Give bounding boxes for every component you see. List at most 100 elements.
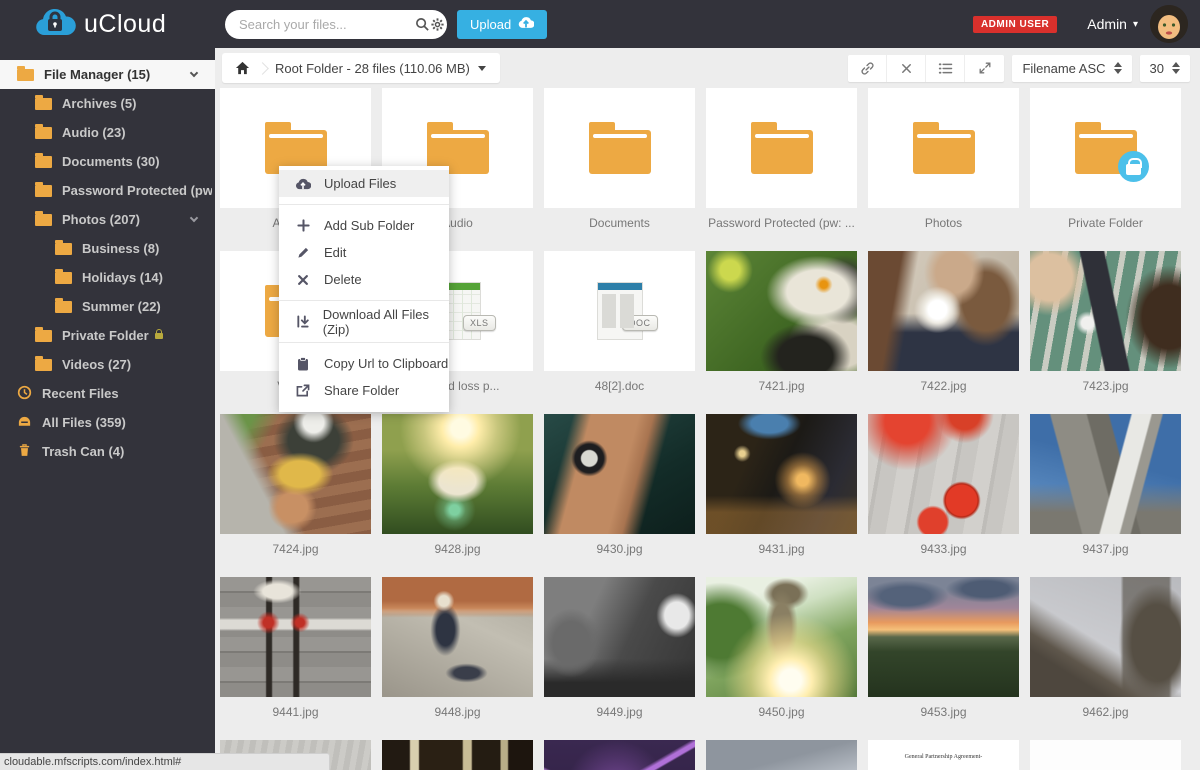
search-settings-gear-icon[interactable]	[430, 12, 445, 36]
caret-down-icon: ▾	[1133, 19, 1138, 30]
photo-card[interactable]: 7424.jpg	[220, 414, 371, 557]
view-toolbar: Filename ASC 30	[848, 55, 1190, 82]
photo-card[interactable]: 9441.jpg	[220, 577, 371, 720]
photo-card[interactable]: 9433.jpg	[868, 414, 1019, 557]
menu-item-label: Add Sub Folder	[324, 218, 414, 233]
menu-item-share-folder[interactable]: Share Folder	[279, 377, 449, 404]
app-logo[interactable]: uCloud	[0, 0, 215, 48]
fullscreen-button[interactable]	[965, 55, 1004, 82]
sidebar-item-videos[interactable]: Videos (27)	[0, 350, 215, 379]
menu-item-edit[interactable]: Edit	[279, 239, 449, 266]
upload-button-label: Upload	[470, 17, 511, 32]
menu-item-add-sub-folder[interactable]: Add Sub Folder	[279, 212, 449, 239]
grid-row: 9441.jpg 9448.jpg 9449.jpg 9450.jpg 9453…	[220, 577, 1200, 720]
file-card-label: 9448.jpg	[382, 705, 533, 720]
folder-icon	[913, 130, 975, 174]
photo-thumbnail	[706, 577, 857, 697]
file-card-label: 9428.jpg	[382, 542, 533, 557]
file-card-label: Password Protected (pw: ...	[706, 216, 857, 231]
photo-card[interactable]: 9449.jpg	[544, 577, 695, 720]
upload-button[interactable]: Upload	[457, 10, 547, 39]
sidebar-item-summer[interactable]: Summer (22)	[0, 292, 215, 321]
sidebar: File Manager (15) Archives (5) Audio (23…	[0, 48, 215, 770]
file-card-label: 9453.jpg	[868, 705, 1019, 720]
sidebar-item-label: Trash Can (4)	[42, 444, 124, 459]
photo-thumbnail	[868, 251, 1019, 371]
folder-card-private-folder[interactable]: Private Folder	[1030, 88, 1181, 231]
photo-card[interactable]: 9450.jpg	[706, 577, 857, 720]
folder-icon	[35, 98, 52, 110]
photo-thumbnail	[382, 740, 533, 770]
sidebar-item-password-protected[interactable]: Password Protected (pw: p...	[0, 176, 215, 205]
photo-thumbnail	[382, 577, 533, 697]
photo-thumbnail	[706, 414, 857, 534]
copy-link-button[interactable]	[848, 55, 887, 82]
file-type-badge: XLS	[463, 315, 496, 331]
sidebar-item-file-manager[interactable]: File Manager (15)	[0, 60, 215, 89]
sidebar-item-label: Archives (5)	[62, 96, 136, 111]
file-card-doc[interactable]: DOC 48[2].doc	[544, 251, 695, 394]
photo-card[interactable]: 9428.jpg	[382, 414, 533, 557]
sidebar-item-archives[interactable]: Archives (5)	[0, 89, 215, 118]
file-card-label: 9449.jpg	[544, 705, 695, 720]
photo-card[interactable]: 7423.jpg	[1030, 251, 1181, 394]
sidebar-item-trash-can[interactable]: Trash Can (4)	[0, 437, 215, 466]
menu-item-copy-url[interactable]: Copy Url to Clipboard	[279, 350, 449, 377]
sidebar-item-recent-files[interactable]: Recent Files	[0, 379, 215, 408]
sort-arrows-icon	[1172, 62, 1180, 74]
menu-item-download-all[interactable]: Download All Files (Zip)	[279, 308, 449, 335]
photo-card[interactable]	[382, 740, 533, 770]
folder-card-documents[interactable]: Documents	[544, 88, 695, 231]
photo-card[interactable]	[706, 740, 857, 770]
file-type-badge: DOC	[622, 315, 658, 331]
sidebar-item-private-folder[interactable]: Private Folder	[0, 321, 215, 350]
photo-card[interactable]: 9448.jpg	[382, 577, 533, 720]
search-icon[interactable]	[415, 12, 430, 36]
photo-card[interactable]: 9462.jpg	[1030, 577, 1181, 720]
sort-order-select[interactable]: Filename ASC	[1012, 55, 1131, 82]
sidebar-item-photos[interactable]: Photos (207)	[0, 205, 215, 234]
photo-card[interactable]: 9437.jpg	[1030, 414, 1181, 557]
menu-item-delete[interactable]: Delete	[279, 266, 449, 293]
folder-icon	[55, 301, 72, 313]
sidebar-item-label: Photos (207)	[62, 212, 140, 227]
sidebar-item-documents[interactable]: Documents (30)	[0, 147, 215, 176]
photo-card[interactable]: 7421.jpg	[706, 251, 857, 394]
deselect-button[interactable]	[887, 55, 926, 82]
breadcrumb-label: Root Folder - 28 files (110.06 MB)	[275, 61, 470, 76]
grid-row: General Partnership Agreement-	[220, 740, 1200, 770]
photo-card[interactable]	[1030, 740, 1181, 770]
sidebar-item-label: Recent Files	[42, 386, 119, 401]
drawer-icon	[17, 414, 32, 432]
photo-card[interactable]: 9430.jpg	[544, 414, 695, 557]
lock-icon	[155, 333, 163, 339]
breadcrumb-current-folder[interactable]: Root Folder - 28 files (110.06 MB)	[275, 61, 500, 76]
menu-item-upload-files[interactable]: Upload Files	[279, 170, 449, 197]
folder-icon	[35, 359, 52, 371]
document-preview-card[interactable]: General Partnership Agreement-	[868, 740, 1019, 770]
photo-card[interactable]: 9431.jpg	[706, 414, 857, 557]
user-menu[interactable]: Admin ▾	[1087, 16, 1138, 32]
page-size-value: 30	[1150, 61, 1164, 76]
folder-card-password-protected[interactable]: Password Protected (pw: ...	[706, 88, 857, 231]
user-avatar[interactable]	[1150, 5, 1188, 43]
photo-card[interactable]: 7422.jpg	[868, 251, 1019, 394]
sidebar-item-label: Audio (23)	[62, 125, 126, 140]
file-card-label: Photos	[868, 216, 1019, 231]
share-icon	[295, 384, 311, 397]
page-size-select[interactable]: 30	[1140, 55, 1190, 82]
folder-card-photos[interactable]: Photos	[868, 88, 1019, 231]
photo-thumbnail	[706, 251, 857, 371]
sidebar-item-all-files[interactable]: All Files (359)	[0, 408, 215, 437]
sidebar-item-business[interactable]: Business (8)	[0, 234, 215, 263]
file-card-label: 7421.jpg	[706, 379, 857, 394]
sidebar-item-holidays[interactable]: Holidays (14)	[0, 263, 215, 292]
menu-divider	[279, 300, 449, 301]
file-card-label: 48[2].doc	[544, 379, 695, 394]
photo-card[interactable]: 9453.jpg	[868, 577, 1019, 720]
photo-card[interactable]	[544, 740, 695, 770]
search-input[interactable]	[239, 17, 415, 32]
sidebar-item-audio[interactable]: Audio (23)	[0, 118, 215, 147]
list-view-button[interactable]	[926, 55, 965, 82]
caret-down-icon	[478, 66, 486, 71]
